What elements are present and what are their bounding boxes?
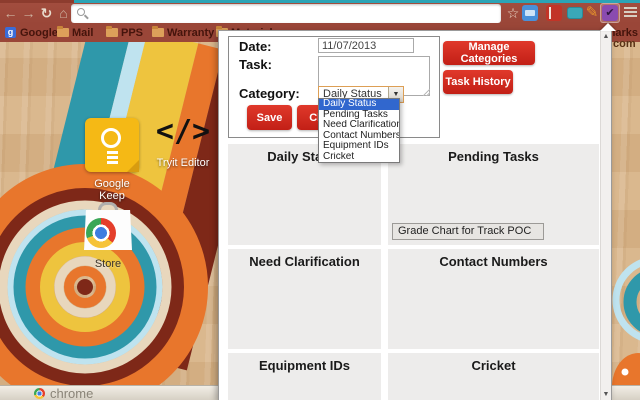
app-label: Google Keep: [94, 178, 130, 202]
address-bar[interactable]: [71, 4, 501, 23]
app-label: Tryit Editor: [156, 157, 210, 169]
app-shortcut-tryit-editor[interactable]: </> Tryit Editor: [145, 114, 221, 169]
back-button[interactable]: ←: [2, 4, 19, 22]
chrome-menu-icon[interactable]: [624, 7, 637, 19]
google-favicon: g: [5, 27, 16, 38]
folder-icon: [152, 26, 164, 37]
date-label: Date:: [239, 39, 272, 54]
section-title: Equipment IDs: [258, 358, 350, 373]
dropdown-option[interactable]: Pending Tasks: [319, 110, 399, 121]
bookmark-folder-mail[interactable]: Mail: [57, 26, 93, 40]
date-input[interactable]: [318, 38, 414, 53]
bookmark-label: Mail: [72, 27, 94, 39]
chrome-logo-icon: [34, 388, 45, 399]
extension-popup: Date: Task: Category: Daily Status ▼ Sav…: [218, 30, 612, 400]
section-contact-numbers: Contact Numbers: [388, 249, 599, 349]
checkmark-extension-icon: ✔: [602, 5, 618, 21]
popup-arrow: [600, 23, 616, 31]
category-label: Category:: [239, 86, 300, 101]
red-book-extension-icon[interactable]: [546, 5, 562, 21]
google-keep-icon: [85, 118, 139, 172]
textarea-resize-grip[interactable]: [423, 89, 430, 96]
section-title: Pending Tasks: [448, 149, 539, 164]
pencil-extension-icon[interactable]: ✎: [584, 3, 600, 23]
section-title: Need Clarification: [249, 254, 360, 269]
dropdown-option[interactable]: Daily Status: [319, 99, 399, 110]
right-edge-artwork: [612, 259, 640, 400]
section-equipment-ids: Equipment IDs: [228, 353, 381, 400]
bookmark-google[interactable]: g Google: [5, 26, 58, 40]
home-button[interactable]: ⌂: [55, 4, 72, 22]
section-cricket: Cricket: [388, 353, 599, 400]
folder-icon: [57, 26, 69, 37]
search-icon: [77, 8, 85, 16]
folder-icon: [106, 26, 118, 37]
chrome-web-store-icon: [82, 202, 134, 254]
bookmark-star-icon[interactable]: ☆: [505, 3, 521, 23]
blue-extension-icon[interactable]: [522, 5, 538, 21]
chrome-label: chrome: [50, 386, 94, 400]
bookmark-label: Google: [20, 27, 58, 39]
bookmark-label: Warranty: [167, 27, 215, 39]
task-list-item[interactable]: Grade Chart for Track POC: [392, 223, 544, 240]
bookmark-folder-pps[interactable]: PPS: [106, 26, 143, 40]
bookmark-label: PPS: [121, 27, 144, 39]
scroll-up-icon[interactable]: ▲: [601, 33, 611, 40]
popup-scrollbar[interactable]: ▲ ▼: [600, 31, 611, 400]
app-shortcut-google-keep[interactable]: Google Keep: [80, 118, 144, 202]
section-title: Contact Numbers: [439, 254, 548, 269]
reload-button[interactable]: ↻: [38, 4, 55, 22]
teal-extension-icon[interactable]: [567, 7, 583, 19]
save-button[interactable]: Save: [247, 105, 292, 130]
section-need-clarification: Need Clarification: [228, 249, 381, 349]
dropdown-option[interactable]: Contact Numbers: [319, 131, 399, 142]
dropdown-option[interactable]: Equipment IDs: [319, 141, 399, 152]
task-history-button[interactable]: Task History: [443, 70, 513, 94]
section-title: Cricket: [471, 358, 516, 373]
browser-toolbar: ← → ↻ ⌂ ☆ ✎ ✔: [0, 3, 640, 24]
forward-button[interactable]: →: [20, 4, 37, 22]
manage-categories-button[interactable]: Manage Categories: [443, 41, 535, 65]
scroll-down-icon[interactable]: ▼: [601, 391, 611, 398]
dropdown-option[interactable]: Cricket: [319, 152, 399, 163]
bookmark-folder-warranty[interactable]: Warranty: [152, 26, 214, 40]
background-text-fragment: com: [613, 38, 636, 50]
task-label: Task:: [239, 57, 272, 72]
app-label: Store: [94, 258, 122, 270]
code-icon: </>: [155, 114, 211, 149]
category-dropdown-list: Daily Status Pending Tasks Need Clarific…: [318, 98, 400, 163]
dropdown-option[interactable]: Need Clarification: [319, 120, 399, 131]
active-extension-button[interactable]: ✔: [600, 3, 620, 23]
app-shortcut-web-store[interactable]: Store: [80, 202, 136, 270]
